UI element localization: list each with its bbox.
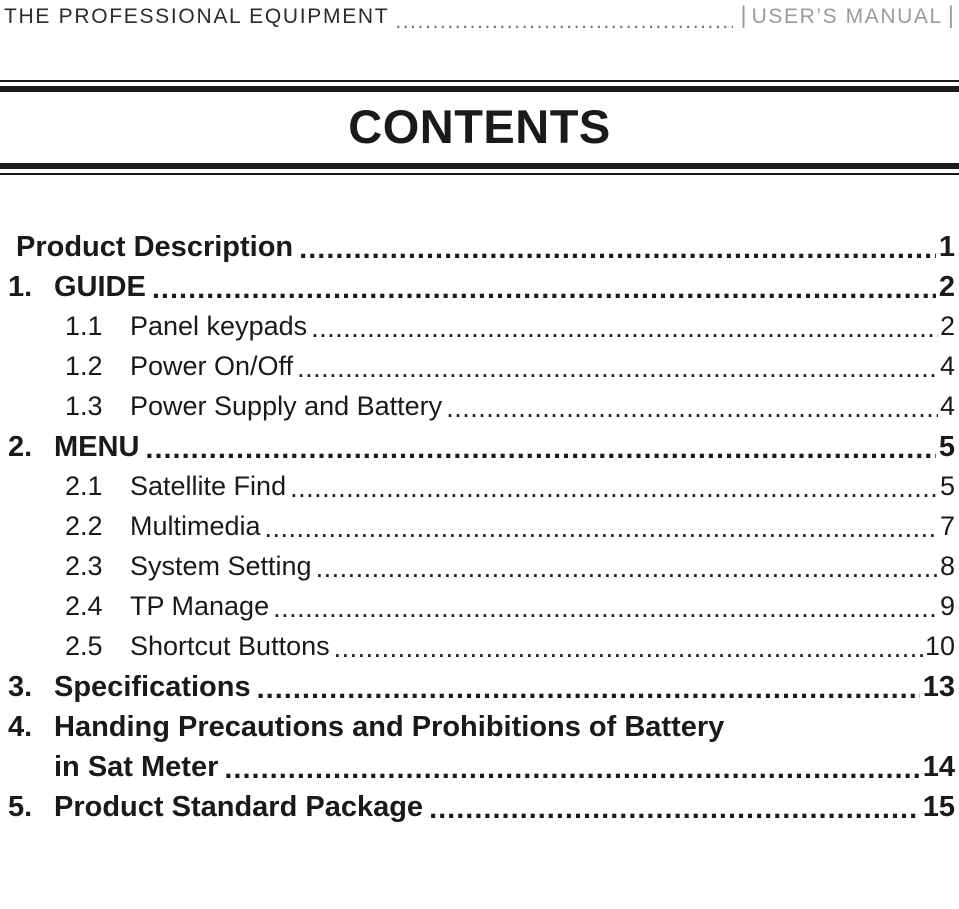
toc-page-number: 10 — [924, 631, 955, 661]
toc-dot-leader: ........................................… — [446, 395, 938, 422]
toc-dot-leader: ........................................… — [299, 235, 936, 264]
toc-entry[interactable]: Product Description.....................… — [0, 231, 959, 271]
toc-page-number: 7 — [939, 511, 955, 541]
toc-entry[interactable]: 2.1 Satellite Find.......................… — [0, 471, 959, 511]
toc-dot-leader: ........................................… — [429, 795, 920, 824]
toc-entry[interactable]: 2.3 System Setting.......................… — [0, 551, 959, 591]
toc-entry-label: TP Manage — [130, 591, 270, 621]
toc-entry[interactable]: 1.3 Power Supply and Battery.............… — [0, 391, 959, 431]
toc-dot-leader: ........................................… — [224, 755, 920, 784]
toc-entry[interactable]: in Sat Meter............................… — [0, 751, 959, 791]
header-equipment-title: THE PROFESSIONAL EQUIPMENT — [4, 5, 390, 28]
toc-dot-leader: ........................................… — [297, 355, 938, 382]
toc-entry[interactable]: 1. GUIDE.................................… — [0, 271, 959, 311]
toc-entry-label: Satellite Find — [130, 471, 287, 501]
toc-page-number: 2 — [939, 311, 955, 341]
toc-dot-leader: ........................................… — [315, 555, 938, 582]
toc-entry-number: 2.3 — [65, 551, 103, 581]
toc-page-number: 14 — [922, 751, 955, 783]
table-of-contents: Product Description.....................… — [0, 231, 959, 831]
toc-entry-number: 1.2 — [65, 351, 103, 381]
page-running-header: THE PROFESSIONAL EQUIPMENT .............… — [0, 0, 959, 34]
header-separator-right: | — [947, 2, 954, 29]
toc-entry-label: GUIDE — [54, 271, 146, 303]
toc-entry-label: Multimedia — [130, 511, 261, 541]
toc-page-number: 9 — [939, 591, 955, 621]
toc-entry[interactable]: 2.4 TP Manage............................… — [0, 591, 959, 631]
toc-entry-label: Product Description — [16, 231, 294, 263]
toc-entry-label: Product Standard Package — [54, 791, 424, 823]
toc-page-number: 5 — [939, 471, 955, 501]
toc-entry[interactable]: 2.2 Multimedia...........................… — [0, 511, 959, 551]
header-dot-leader: ........................................… — [395, 10, 733, 32]
page-title: CONTENTS — [348, 100, 611, 153]
toc-entry[interactable]: 3. Specifications........................… — [0, 671, 959, 711]
contents-rule-top — [0, 80, 959, 92]
toc-entry-number: 4. — [8, 711, 33, 743]
toc-page-number: 15 — [922, 791, 955, 823]
toc-dot-leader: ........................................… — [151, 275, 936, 304]
toc-entry-number: 1. — [8, 271, 33, 303]
toc-entry-label: Power On/Off — [130, 351, 294, 381]
toc-page-number: 2 — [938, 271, 955, 303]
toc-entry-number: 1.3 — [65, 391, 103, 421]
toc-page-number: 4 — [939, 351, 955, 381]
toc-dot-leader: ........................................… — [256, 675, 920, 704]
toc-dot-leader: ........................................… — [333, 635, 923, 662]
toc-entry-label: MENU — [54, 431, 140, 463]
toc-entry-label: Power Supply and Battery — [130, 391, 443, 421]
toc-page-number: 4 — [939, 391, 955, 421]
toc-entry-label: Panel keypads — [130, 311, 308, 341]
toc-dot-leader: ........................................… — [311, 315, 938, 342]
toc-dot-leader: ........................................… — [264, 515, 938, 542]
toc-entry[interactable]: 1.2 Power On/Off.........................… — [0, 351, 959, 391]
rule-thick-line — [0, 86, 959, 92]
toc-entry-number: 2. — [8, 431, 33, 463]
toc-entry-label: System Setting — [130, 551, 312, 581]
toc-entry-number: 1.1 — [65, 311, 103, 341]
toc-entry[interactable]: 4. Handing Precautions and Prohibitions o… — [0, 711, 959, 751]
toc-entry-label: in Sat Meter — [54, 751, 219, 783]
toc-dot-leader: ........................................… — [290, 475, 938, 502]
toc-page-number: 1 — [938, 231, 955, 263]
header-manual-label: USER’S MANUAL — [751, 5, 943, 28]
toc-entry-label: Shortcut Buttons — [130, 631, 330, 661]
toc-entry-number: 3. — [8, 671, 33, 703]
toc-dot-leader: ........................................… — [273, 595, 938, 622]
toc-entry-number: 5. — [8, 791, 33, 823]
toc-entry-number: 2.4 — [65, 591, 103, 621]
toc-page-number: 13 — [922, 671, 955, 703]
toc-entry[interactable]: 1.1 Panel keypads........................… — [0, 311, 959, 351]
header-separator-left: | — [740, 2, 747, 29]
toc-entry[interactable]: 2.5 Shortcut Buttons.....................… — [0, 631, 959, 671]
toc-entry-label: Specifications — [54, 671, 251, 703]
toc-entry[interactable]: 2. MENU..................................… — [0, 431, 959, 471]
toc-page-number: 5 — [938, 431, 955, 463]
toc-dot-leader: ........................................… — [145, 435, 935, 464]
toc-entry-number: 2.1 — [65, 471, 103, 501]
contents-rule-bottom — [0, 163, 959, 175]
toc-entry-number: 2.5 — [65, 631, 103, 661]
toc-page-number: 8 — [939, 551, 955, 581]
toc-entry-label: Handing Precautions and Prohibitions of … — [54, 711, 725, 743]
rule-thin-line — [0, 173, 959, 175]
toc-entry[interactable]: 5. Product Standard Package..............… — [0, 791, 959, 831]
toc-entry-number: 2.2 — [65, 511, 103, 541]
